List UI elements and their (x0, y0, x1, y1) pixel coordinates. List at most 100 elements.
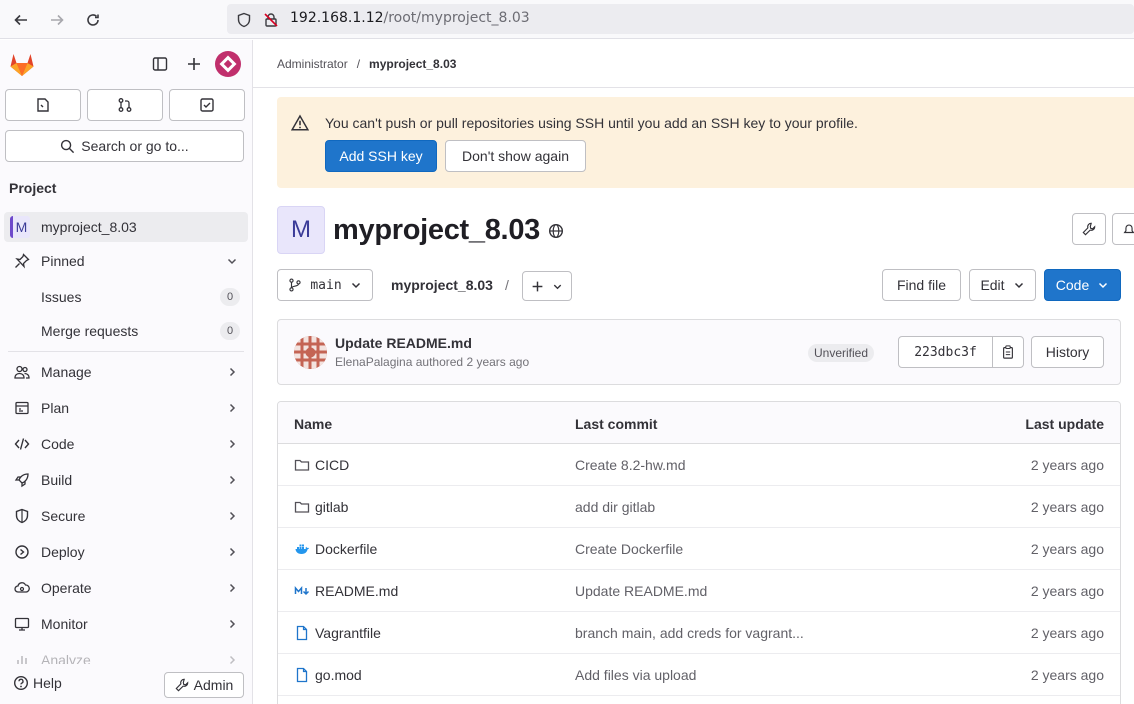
commit-title[interactable]: Update README.md (335, 335, 472, 351)
sidebar-item-merge-requests[interactable]: Merge requests 0 (4, 316, 248, 346)
edit-dropdown-button[interactable]: Edit (969, 269, 1036, 301)
table-row[interactable]: CICD Create 8.2-hw.md 2 years ago (278, 444, 1120, 486)
table-row[interactable]: Vagrantfile branch main, add creds for v… (278, 612, 1120, 654)
table-header: Name Last commit Last update (278, 402, 1120, 444)
table-row[interactable]: README.md Update README.md 2 years ago (278, 570, 1120, 612)
file-name-cell[interactable]: go.mod (294, 667, 362, 683)
sidebar-item-manage[interactable]: Manage (4, 357, 248, 387)
notifications-button[interactable] (1112, 213, 1134, 245)
insecure-lock-icon[interactable] (259, 8, 283, 32)
code-dropdown-button[interactable]: Code (1044, 269, 1121, 301)
sidebar-item-label: myproject_8.03 (41, 219, 137, 235)
markdown-icon (294, 585, 310, 596)
sidebar-item-label: Plan (41, 400, 70, 416)
chevron-right-icon (226, 509, 238, 525)
table-row[interactable]: go.mod Add files via upload 2 years ago (278, 654, 1120, 696)
sidebar-toggle-icon[interactable] (150, 54, 170, 74)
admin-button[interactable]: Admin (164, 672, 244, 698)
file-commit[interactable]: add dir gitlab (575, 499, 655, 515)
file-commit[interactable]: branch main, add creds for vagrant... (575, 625, 804, 641)
sidebar-item-operate[interactable]: Operate (4, 573, 248, 603)
file-name: gitlab (315, 499, 349, 515)
column-header-update: Last update (1025, 416, 1104, 432)
url-path: /root/myproject_8.03 (383, 10, 530, 26)
todos-count-button[interactable] (169, 89, 245, 121)
copy-icon[interactable] (993, 337, 1023, 367)
dont-show-again-button[interactable]: Don't show again (445, 140, 586, 172)
sidebar-item-label: Pinned (41, 253, 85, 269)
commit-sha[interactable]: 223dbc3f (899, 337, 993, 367)
sidebar-item-project[interactable]: M myproject_8.03 (4, 212, 248, 242)
sidebar-item-monitor[interactable]: Monitor (4, 609, 248, 639)
user-avatar[interactable] (215, 51, 241, 77)
chevron-right-icon (226, 617, 238, 633)
rocket-icon (12, 470, 32, 490)
file-name: CICD (315, 457, 350, 473)
sidebar-item-secure[interactable]: Secure (4, 501, 248, 531)
file-name-cell[interactable]: CICD (294, 457, 349, 473)
sidebar-item-deploy[interactable]: Deploy (4, 537, 248, 567)
file-commit[interactable]: Add files via upload (575, 667, 696, 683)
back-icon[interactable] (9, 8, 33, 32)
breadcrumb-current[interactable]: myproject_8.03 (369, 57, 456, 71)
table-row[interactable]: Dockerfile Create Dockerfile 2 years ago (278, 528, 1120, 570)
branch-selector[interactable]: main (277, 269, 373, 301)
sidebar-item-label: Deploy (41, 544, 85, 560)
main-content: Administrator / myproject_8.03 You can't… (253, 40, 1134, 704)
file-icon (296, 625, 308, 641)
table-row[interactable]: gitlab add dir gitlab 2 years ago (278, 486, 1120, 528)
sidebar-item-build[interactable]: Build (4, 465, 248, 495)
add-to-tree-button[interactable] (522, 271, 572, 301)
forward-icon[interactable] (45, 8, 69, 32)
help-button[interactable]: Help (13, 675, 62, 691)
add-ssh-key-button[interactable]: Add SSH key (325, 140, 437, 172)
repo-root-link[interactable]: myproject_8.03 (391, 277, 493, 293)
history-button[interactable]: History (1031, 336, 1104, 368)
sidebar-item-label: Operate (41, 580, 92, 596)
file-commit[interactable]: Update README.md (575, 583, 707, 599)
chevron-right-icon (226, 545, 238, 561)
monitor-icon (12, 614, 32, 634)
chevron-down-icon (1099, 282, 1108, 289)
file-date: 2 years ago (1030, 667, 1104, 683)
folder-icon (294, 459, 310, 471)
file-commit[interactable]: Create Dockerfile (575, 541, 683, 557)
file-name-cell[interactable]: README.md (294, 583, 398, 599)
search-button[interactable]: Search or go to... (5, 130, 244, 162)
issues-count-button[interactable] (5, 89, 81, 121)
pin-icon (12, 251, 32, 271)
sidebar-item-code[interactable]: Code (4, 429, 248, 459)
gitlab-logo-icon[interactable] (8, 50, 36, 78)
file-name: go.mod (315, 667, 362, 683)
file-date: 2 years ago (1030, 625, 1104, 641)
signature-badge[interactable]: Unverified (808, 344, 875, 362)
folder-icon (294, 501, 310, 513)
sidebar-item-pinned[interactable]: Pinned (4, 246, 248, 276)
admin-settings-button[interactable] (1072, 213, 1106, 245)
url-text[interactable]: 192.168.1.12/root/myproject_8.03 (290, 10, 530, 26)
shield-icon (12, 506, 32, 526)
author-avatar[interactable] (294, 336, 327, 369)
sidebar-item-plan[interactable]: Plan (4, 393, 248, 423)
project-avatar: M (277, 206, 325, 254)
file-name-cell[interactable]: Vagrantfile (294, 625, 381, 641)
file-name-cell[interactable]: gitlab (294, 499, 348, 515)
sidebar-item-issues[interactable]: Issues 0 (4, 282, 248, 312)
file-name-cell[interactable]: Dockerfile (294, 541, 377, 557)
find-file-button[interactable]: Find file (882, 269, 961, 301)
breadcrumb-parent[interactable]: Administrator (277, 57, 348, 71)
globe-icon (548, 223, 564, 242)
search-label: Search or go to... (81, 138, 189, 154)
commit-meta: ElenaPalagina authored 2 years ago (335, 355, 530, 369)
plus-icon[interactable] (184, 54, 204, 74)
sidebar-item-label: Monitor (41, 616, 88, 632)
last-commit-panel: Update README.md ElenaPalagina authored … (277, 319, 1121, 385)
sidebar: Search or go to... Project M myproject_8… (0, 40, 253, 704)
file-date: 2 years ago (1030, 583, 1104, 599)
file-commit[interactable]: Create 8.2-hw.md (575, 457, 686, 473)
column-header-commit: Last commit (575, 416, 658, 432)
project-avatar: M (10, 216, 30, 238)
reload-icon[interactable] (81, 8, 105, 32)
branch-icon (289, 278, 301, 292)
merge-requests-count-button[interactable] (87, 89, 163, 121)
